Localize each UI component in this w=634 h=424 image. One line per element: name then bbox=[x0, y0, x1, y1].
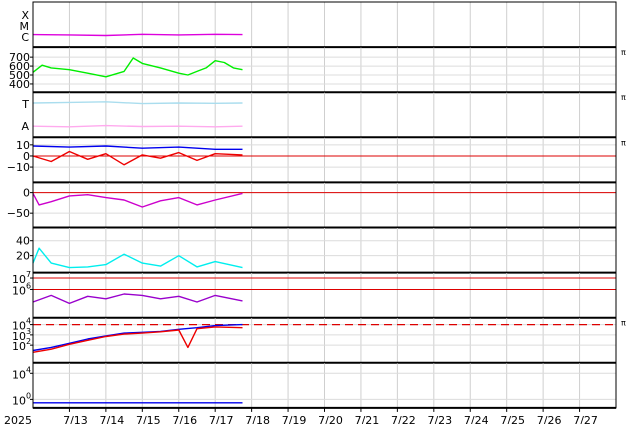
x-tick-label: 7/15 bbox=[136, 414, 161, 424]
y-tick-label: 700 bbox=[9, 51, 30, 64]
x-tick-label: 7/14 bbox=[100, 414, 125, 424]
y-tick-label: 10 bbox=[16, 139, 30, 152]
chart-background bbox=[0, 0, 634, 424]
x-tick-label: 7/25 bbox=[500, 414, 525, 424]
panel-marker: π bbox=[621, 93, 626, 102]
y-tick-label: 0 bbox=[23, 150, 30, 163]
y-tick-exponent: 4 bbox=[26, 365, 31, 374]
y-tick-exponent: 2 bbox=[26, 337, 31, 346]
space-weather-chart: XMC400500600700 πTAπ−10010 π−500204010 610 7… bbox=[0, 0, 634, 424]
x-tick-label: 7/23 bbox=[427, 414, 452, 424]
x-tick-label: 7/16 bbox=[172, 414, 197, 424]
x-tick-label: 7/13 bbox=[63, 414, 88, 424]
x-tick-label: 7/22 bbox=[391, 414, 416, 424]
y-tick-label: A bbox=[21, 120, 29, 133]
panel-marker: π bbox=[621, 48, 626, 57]
y-tick-exponent: 3 bbox=[26, 327, 31, 336]
x-tick-label: 7/26 bbox=[537, 414, 562, 424]
y-tick-label: C bbox=[21, 31, 29, 44]
y-tick-exponent: 6 bbox=[26, 281, 31, 290]
y-tick-exponent: 7 bbox=[26, 270, 31, 279]
y-tick-label: T bbox=[21, 98, 29, 111]
x-year-label: 2025 bbox=[4, 414, 32, 424]
x-tick-label: 7/19 bbox=[282, 414, 307, 424]
y-tick-exponent: 0 bbox=[26, 391, 31, 400]
y-tick-label: 10 bbox=[12, 284, 26, 297]
y-tick-label: 10 bbox=[12, 368, 26, 381]
y-tick-label: 10 bbox=[12, 273, 26, 286]
y-tick-label: 0 bbox=[23, 187, 30, 200]
y-tick-label: 20 bbox=[16, 250, 30, 263]
x-tick-label: 7/18 bbox=[245, 414, 270, 424]
y-tick-label: 10 bbox=[12, 394, 26, 407]
panel-marker: π bbox=[621, 319, 626, 328]
x-tick-label: 7/24 bbox=[464, 414, 489, 424]
y-tick-label: 10 bbox=[12, 320, 26, 333]
x-tick-label: 7/20 bbox=[318, 414, 343, 424]
y-tick-label: 40 bbox=[16, 235, 30, 248]
x-tick-label: 7/27 bbox=[573, 414, 598, 424]
y-tick-label: −50 bbox=[7, 207, 30, 220]
x-tick-label: 7/17 bbox=[209, 414, 234, 424]
y-tick-exponent: 4 bbox=[26, 317, 31, 326]
x-tick-label: 7/21 bbox=[355, 414, 380, 424]
y-tick-label: −10 bbox=[7, 161, 30, 174]
panel-marker: π bbox=[621, 138, 626, 147]
